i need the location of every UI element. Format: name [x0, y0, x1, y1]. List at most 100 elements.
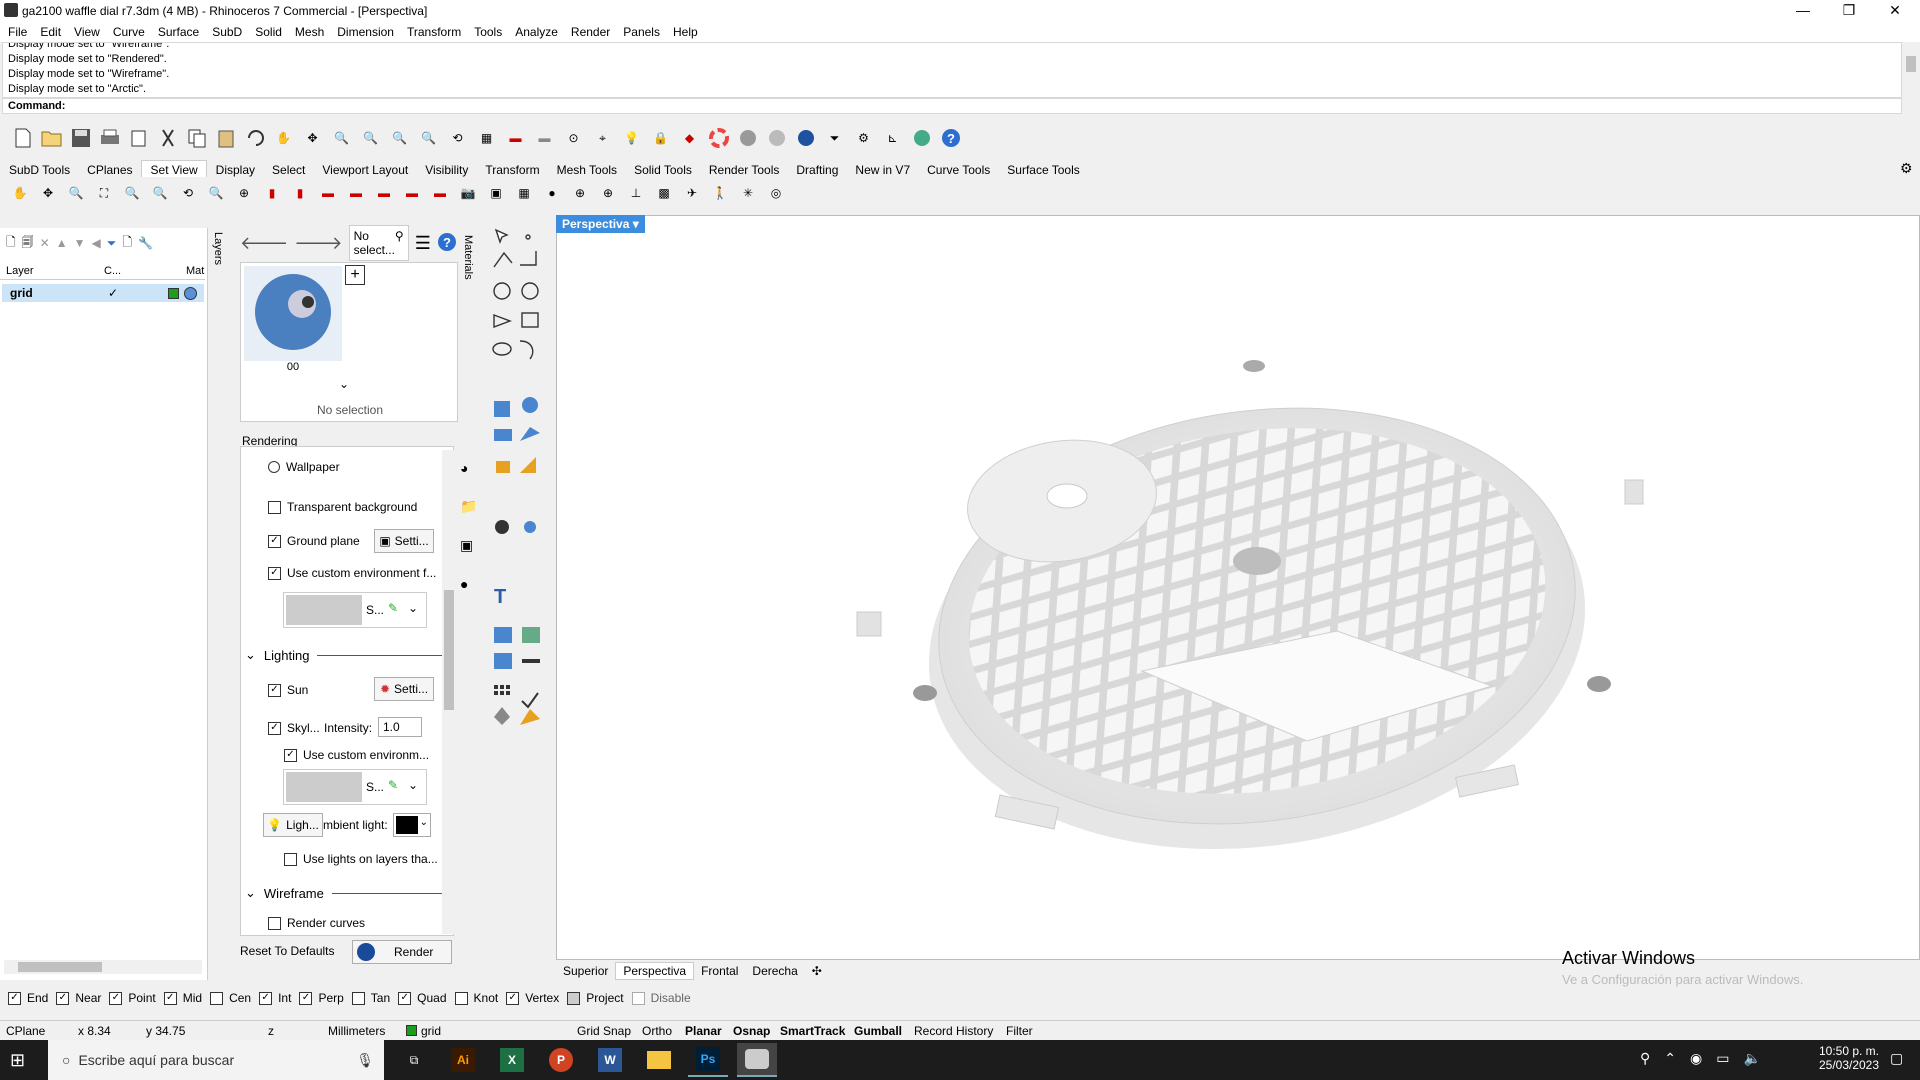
- osnap-end[interactable]: ✓ End: [8, 991, 48, 1005]
- viewport-title-tab[interactable]: Perspectiva ▾: [556, 215, 645, 233]
- menu-tools[interactable]: Tools: [466, 22, 507, 39]
- materials-tab[interactable]: Materials: [462, 235, 474, 280]
- menu-mesh[interactable]: Mesh: [287, 22, 329, 39]
- volume-icon[interactable]: 🔈: [1743, 1050, 1760, 1067]
- powerpoint-icon[interactable]: P: [541, 1043, 581, 1077]
- named-view-icon[interactable]: ▣: [484, 182, 508, 204]
- axes-icon[interactable]: ⊥: [624, 182, 648, 204]
- layer-row[interactable]: grid ✓: [2, 284, 204, 302]
- tab-curve-tools[interactable]: Curve Tools: [918, 161, 998, 177]
- network-icon[interactable]: ▭: [1716, 1050, 1729, 1067]
- car-gray-icon[interactable]: ▬: [532, 126, 557, 151]
- osnap-cen[interactable]: Cen: [210, 991, 251, 1005]
- color-wheel-icon[interactable]: [706, 126, 731, 151]
- osnap-vertex[interactable]: ✓ Vertex: [506, 991, 559, 1005]
- rotate-icon[interactable]: ⟲: [176, 182, 200, 204]
- car-red-icon[interactable]: ▬: [503, 126, 528, 151]
- menu-analyze[interactable]: Analyze: [507, 22, 563, 39]
- view-top-icon[interactable]: ▮: [260, 182, 284, 204]
- paste-icon[interactable]: [213, 126, 238, 151]
- import-icon[interactable]: [126, 126, 151, 151]
- image-icon[interactable]: ▣: [460, 537, 477, 554]
- tab-transform[interactable]: Transform: [476, 161, 547, 177]
- menu-transform[interactable]: Transform: [399, 22, 466, 39]
- dropdown-icon[interactable]: ⌄: [408, 778, 418, 792]
- menu-view[interactable]: View: [66, 22, 105, 39]
- osnap-knot[interactable]: Knot: [454, 991, 498, 1005]
- illustrator-icon[interactable]: Ai: [443, 1043, 483, 1077]
- menu-surface[interactable]: Surface: [150, 22, 204, 39]
- forward-arrow-icon[interactable]: 🡒: [294, 233, 342, 254]
- task-view-icon[interactable]: ⧉: [394, 1043, 434, 1077]
- environment-selector[interactable]: S... ✎ ⌄: [283, 592, 427, 628]
- ground-plane-option[interactable]: ✓ Ground plane: [268, 531, 360, 551]
- back-arrow-icon[interactable]: 🡐: [240, 233, 288, 254]
- tab-surface-tools[interactable]: Surface Tools: [998, 161, 1088, 177]
- ground-plane-settings-button[interactable]: ▣ Setti...: [374, 529, 434, 553]
- tools-icon[interactable]: 🔧: [138, 236, 153, 250]
- menu-edit[interactable]: Edit: [32, 22, 66, 39]
- car-view-4-icon[interactable]: ▬: [400, 182, 424, 204]
- move-up-icon[interactable]: ▲: [56, 236, 68, 250]
- zoom-selected-icon[interactable]: 🔍: [416, 126, 441, 151]
- crosshair-icon[interactable]: ⊕: [596, 182, 620, 204]
- photoshop-icon[interactable]: Ps: [688, 1043, 728, 1077]
- command-scrollbar[interactable]: [1904, 42, 1918, 114]
- move-down-icon[interactable]: ▼: [74, 236, 86, 250]
- menu-solid[interactable]: Solid: [247, 22, 287, 39]
- layer-current-check[interactable]: ✓: [108, 286, 118, 300]
- menu-dimension[interactable]: Dimension: [329, 22, 399, 39]
- layer-material-icon[interactable]: [184, 287, 197, 300]
- material-help-icon[interactable]: ?: [437, 232, 457, 255]
- car-view-3-icon[interactable]: ▬: [372, 182, 396, 204]
- dimension-icon[interactable]: ⊾: [880, 126, 905, 151]
- tab-new-in-v7[interactable]: New in V7: [846, 161, 918, 177]
- tab-cplanes[interactable]: CPlanes: [78, 161, 140, 177]
- notifications-icon[interactable]: ▢: [1890, 1050, 1903, 1067]
- layers-tab[interactable]: Layers: [212, 232, 224, 265]
- ambient-color-picker[interactable]: ⌄: [393, 813, 431, 837]
- cut-icon[interactable]: [155, 126, 180, 151]
- add-viewport-icon[interactable]: ✣: [805, 963, 829, 979]
- restore-button[interactable]: ❐: [1826, 0, 1872, 22]
- osnap-point[interactable]: ✓ Point: [109, 991, 156, 1005]
- layers-hscrollbar[interactable]: [4, 960, 202, 974]
- car-view-1-icon[interactable]: ▬: [316, 182, 340, 204]
- zoom-extents-icon[interactable]: 🔍: [387, 126, 412, 151]
- chevron-up-icon[interactable]: ⌃: [1664, 1050, 1676, 1067]
- word-icon[interactable]: W: [590, 1043, 630, 1077]
- lights-button[interactable]: 💡 Ligh...: [263, 813, 323, 837]
- new-sublayer-icon[interactable]: 🗐: [22, 233, 34, 254]
- delete-layer-icon[interactable]: ✕: [40, 236, 50, 250]
- rendered-sphere-icon[interactable]: [764, 126, 789, 151]
- person-icon[interactable]: ⚲: [1640, 1050, 1650, 1067]
- menu-help[interactable]: Help: [665, 22, 703, 39]
- render-button[interactable]: Render: [352, 940, 452, 964]
- dropdown-icon[interactable]: ⌄: [408, 601, 418, 615]
- filter-icon[interactable]: ⏷: [107, 236, 117, 251]
- osnap-tan[interactable]: Tan: [351, 991, 390, 1005]
- save-icon[interactable]: [68, 126, 93, 151]
- layout-icon[interactable]: ▦: [512, 182, 536, 204]
- zoom-1to1-icon[interactable]: ⊕: [232, 182, 256, 204]
- minimize-button[interactable]: —: [1780, 0, 1826, 22]
- osnap-toggle[interactable]: Osnap: [733, 1024, 770, 1038]
- car-view-5-icon[interactable]: ▬: [428, 182, 452, 204]
- skylight-env-selector[interactable]: S... ✎ ⌄: [283, 769, 427, 805]
- tab-mesh-tools[interactable]: Mesh Tools: [548, 161, 625, 177]
- zoom-in-icon[interactable]: 🔍: [64, 182, 88, 204]
- tab-frontal[interactable]: Frontal: [694, 963, 745, 979]
- lock-icon[interactable]: 🔒: [648, 126, 673, 151]
- grid-icon[interactable]: ▦: [474, 126, 499, 151]
- point-icon[interactable]: ⊙: [561, 126, 586, 151]
- circle-target-icon[interactable]: ◎: [764, 182, 788, 204]
- osnap-perp[interactable]: ✓ Perp: [299, 991, 344, 1005]
- material-filter-input[interactable]: No select... ⚲: [348, 225, 409, 261]
- filter-toggle[interactable]: Filter: [1006, 1024, 1033, 1038]
- car-view-2-icon[interactable]: ▬: [344, 182, 368, 204]
- file-explorer-icon[interactable]: [639, 1043, 679, 1077]
- tab-select[interactable]: Select: [263, 161, 313, 177]
- reset-defaults-button[interactable]: Reset To Defaults: [240, 944, 335, 958]
- tab-superior[interactable]: Superior: [556, 963, 615, 979]
- layer-column[interactable]: Layer: [6, 265, 34, 277]
